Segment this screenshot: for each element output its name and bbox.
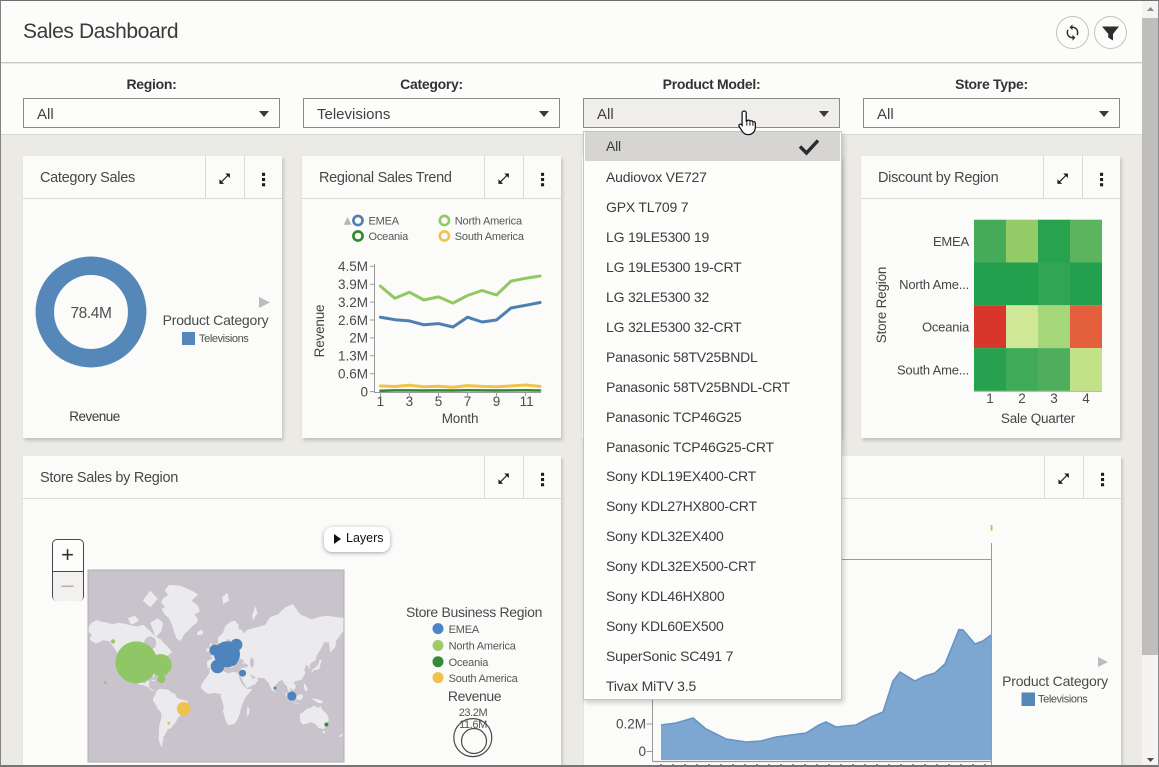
svg-text:0.2M: 0.2M (616, 717, 646, 732)
svg-text:EMEA: EMEA (369, 216, 400, 228)
svg-text:78.4M: 78.4M (70, 305, 111, 322)
svg-text:4: 4 (1082, 391, 1090, 406)
svg-text:Store Region: Store Region (874, 267, 889, 343)
svg-text:Oceania: Oceania (922, 320, 970, 335)
svg-text:2: 2 (1018, 391, 1026, 406)
svg-text:South Ame...: South Ame... (897, 362, 969, 377)
svg-text:4.5M: 4.5M (338, 259, 368, 274)
svg-text:2.6M: 2.6M (338, 313, 368, 328)
svg-text:Store Business Region: Store Business Region (406, 604, 542, 620)
svg-text:0: 0 (638, 744, 646, 759)
svg-text:Product Category: Product Category (163, 312, 269, 328)
svg-text:3.2M: 3.2M (338, 295, 368, 310)
svg-text:Televisions: Televisions (199, 333, 249, 345)
svg-text:3: 3 (1050, 391, 1058, 406)
svg-text:North Ame...: North Ame... (899, 277, 969, 292)
svg-text:Oceania: Oceania (449, 657, 490, 669)
svg-text:Oceania: Oceania (369, 231, 410, 243)
svg-text:North America: North America (449, 641, 517, 653)
svg-text:Revenue: Revenue (448, 688, 502, 704)
svg-text:3: 3 (406, 394, 414, 409)
svg-text:Revenue: Revenue (312, 305, 327, 358)
svg-text:1.3M: 1.3M (338, 349, 368, 364)
svg-text:Revenue: Revenue (69, 409, 120, 424)
svg-text:11: 11 (520, 394, 534, 409)
svg-text:Televisions: Televisions (1038, 694, 1088, 706)
svg-text:North America: North America (455, 216, 523, 228)
svg-text:0.6M: 0.6M (338, 367, 368, 382)
svg-text:South America: South America (449, 673, 519, 685)
svg-text:23.2M: 23.2M (459, 707, 488, 719)
svg-text:0: 0 (360, 385, 368, 400)
svg-text:1: 1 (986, 391, 994, 406)
svg-text:South America: South America (455, 231, 525, 243)
svg-text:Product Category: Product Category (1002, 673, 1108, 689)
svg-text:Month: Month (442, 411, 479, 426)
svg-text:3.9M: 3.9M (338, 277, 368, 292)
svg-text:9: 9 (493, 394, 501, 409)
svg-text:2M: 2M (349, 331, 368, 346)
svg-text:5: 5 (435, 394, 443, 409)
svg-text:7: 7 (464, 394, 472, 409)
svg-text:EMEA: EMEA (933, 234, 970, 249)
svg-text:EMEA: EMEA (449, 624, 480, 636)
svg-text:Sale Quarter: Sale Quarter (1001, 411, 1076, 426)
svg-text:1: 1 (377, 394, 385, 409)
